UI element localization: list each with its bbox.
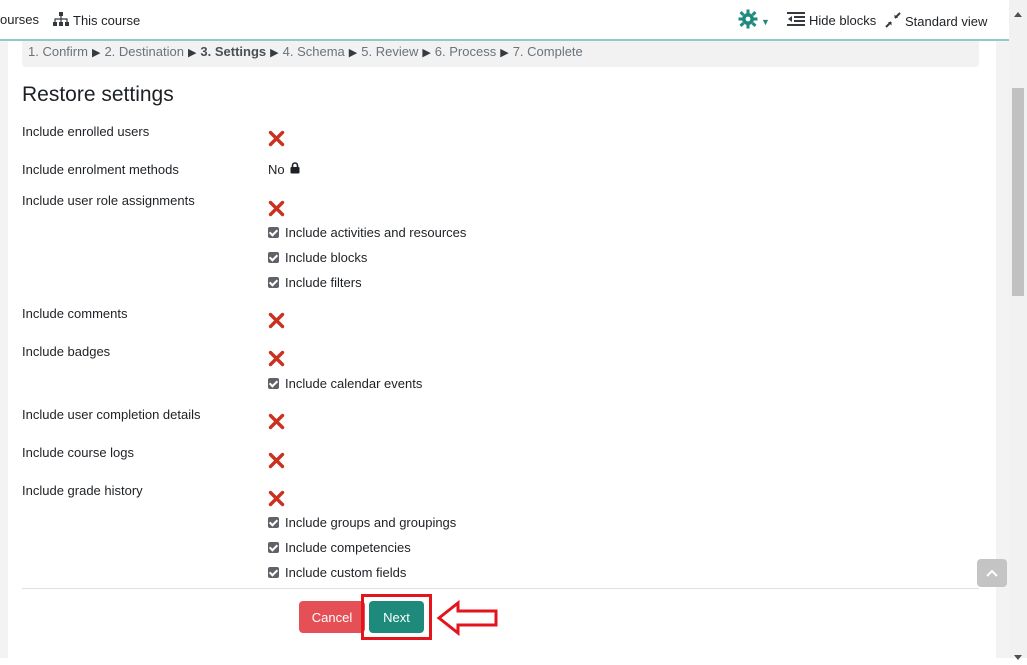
x-mark-icon	[268, 312, 285, 334]
competencies-label: Include competencies	[285, 540, 411, 555]
checkbox-checked-icon[interactable]	[268, 227, 279, 238]
arrow-right-icon: ▶	[91, 47, 101, 59]
step-review: 5. Review	[361, 44, 419, 59]
top-navbar: ourses This course ▼ Hide blocks Standar…	[0, 0, 1009, 41]
setting-label-completion: Include user completion details	[22, 407, 201, 422]
calendar-checkbox[interactable]: Include calendar events	[268, 376, 422, 391]
setting-label-badges: Include badges	[22, 344, 111, 359]
step-process: 6. Process	[434, 44, 497, 59]
setting-label-enrolment-methods: Include enrolment methods	[22, 162, 179, 177]
activities-label: Include activities and resources	[285, 225, 467, 240]
this-course-link[interactable]: This course	[53, 12, 140, 29]
this-course-label: This course	[73, 13, 141, 28]
groups-label: Include groups and groupings	[285, 515, 457, 530]
blocks-checkbox[interactable]: Include blocks	[268, 250, 367, 265]
enrolment-methods-value-text: No	[268, 162, 285, 177]
step-confirm: 1. Confirm	[28, 44, 88, 59]
filters-label: Include filters	[285, 275, 362, 290]
checkbox-checked-icon[interactable]	[268, 378, 279, 389]
annotation-arrow-left-icon	[436, 599, 500, 641]
x-mark-icon	[268, 130, 285, 152]
setting-label-enrolled-users: Include enrolled users	[22, 124, 150, 139]
arrow-right-icon: ▶	[270, 47, 279, 59]
next-button-highlight-box	[361, 594, 432, 640]
arrow-right-icon: ▶	[348, 47, 358, 59]
step-destination: 2. Destination	[104, 44, 184, 59]
x-mark-icon	[268, 490, 285, 512]
enrolment-methods-value: No	[268, 162, 300, 177]
x-mark-icon	[268, 200, 285, 222]
setting-label-course-logs: Include course logs	[22, 445, 135, 460]
step-complete: 7. Complete	[512, 44, 583, 59]
chevron-up-icon	[986, 564, 998, 582]
groups-checkbox[interactable]: Include groups and groupings	[268, 515, 456, 530]
x-mark-icon	[268, 452, 285, 474]
my-courses-link[interactable]: ourses	[0, 12, 39, 27]
page-gutter-left	[0, 41, 8, 658]
filters-checkbox[interactable]: Include filters	[268, 275, 362, 290]
blocks-label: Include blocks	[285, 250, 368, 265]
page-title: Restore settings	[22, 83, 174, 106]
arrow-right-icon: ▶	[422, 47, 431, 59]
form-divider	[22, 588, 979, 589]
standard-view-button[interactable]: Standard view	[885, 12, 987, 31]
gear-icon	[738, 9, 758, 34]
x-mark-icon	[268, 350, 285, 372]
calendar-label: Include calendar events	[285, 376, 423, 391]
sitemap-icon	[53, 12, 69, 29]
standard-view-label: Standard view	[905, 14, 988, 29]
setting-label-role-assignments: Include user role assignments	[22, 193, 195, 208]
checkbox-checked-icon[interactable]	[268, 277, 279, 288]
activities-checkbox[interactable]: Include activities and resources	[268, 225, 466, 240]
hide-blocks-label: Hide blocks	[809, 13, 877, 28]
setting-label-comments: Include comments	[22, 306, 128, 321]
cancel-button[interactable]: Cancel	[299, 601, 365, 633]
settings-menu[interactable]: ▼	[738, 9, 770, 34]
scrollbar-thumb[interactable]	[1012, 88, 1024, 296]
step-schema: 4. Schema	[282, 44, 345, 59]
checkbox-checked-icon[interactable]	[268, 517, 279, 528]
checkbox-checked-icon[interactable]	[268, 542, 279, 553]
setting-label-grade-history: Include grade history	[22, 483, 143, 498]
arrow-right-icon: ▶	[187, 47, 197, 59]
my-courses-label: ourses	[0, 12, 40, 27]
checkbox-checked-icon[interactable]	[268, 252, 279, 263]
lock-icon	[290, 162, 300, 177]
outdent-icon	[787, 12, 805, 29]
hide-blocks-button[interactable]: Hide blocks	[787, 12, 876, 29]
arrow-right-icon: ▶	[500, 47, 509, 59]
competencies-checkbox[interactable]: Include competencies	[268, 540, 411, 555]
step-settings-current: 3. Settings	[200, 44, 267, 59]
custom-fields-checkbox[interactable]: Include custom fields	[268, 565, 406, 580]
scroll-down-arrow-icon[interactable]	[1014, 647, 1022, 665]
page-scrollbar[interactable]	[1009, 0, 1027, 660]
compress-icon	[885, 12, 901, 31]
caret-down-icon: ▼	[761, 16, 770, 27]
x-mark-icon	[268, 413, 285, 435]
restore-progress-breadcrumb: 1. Confirm ▶ 2. Destination ▶ 3. Settings ▶ 4.…	[22, 41, 979, 67]
back-to-top-button[interactable]	[977, 559, 1007, 587]
custom-fields-label: Include custom fields	[285, 565, 407, 580]
scroll-up-arrow-icon[interactable]	[1014, 4, 1022, 22]
checkbox-checked-icon[interactable]	[268, 567, 279, 578]
